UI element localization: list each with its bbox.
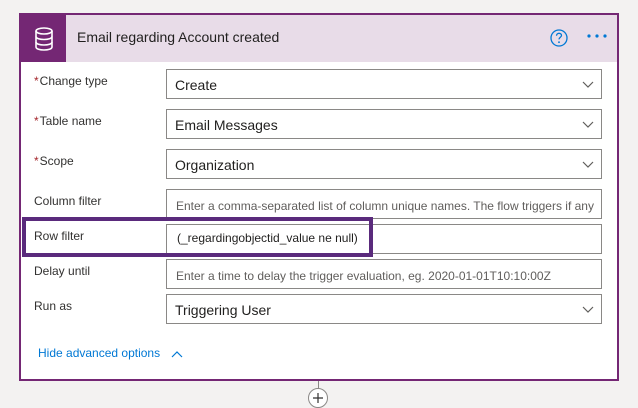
change-type-label: *Change type (34, 74, 108, 88)
delay-until-label: Delay until (34, 264, 91, 278)
change-type-value: Create (175, 77, 218, 93)
chevron-down-icon (582, 161, 594, 168)
add-step-button[interactable] (308, 388, 328, 408)
delay-until-input[interactable]: Enter a time to delay the trigger evalua… (166, 259, 602, 289)
row-filter-value: (_regardingobjectid_value ne null) (177, 231, 358, 245)
hide-advanced-options-link[interactable]: Hide advanced options (38, 346, 160, 360)
run-as-label: Run as (34, 299, 73, 313)
table-name-select[interactable]: Email Messages (166, 109, 602, 139)
database-icon (21, 15, 66, 62)
delay-until-placeholder: Enter a time to delay the trigger evalua… (176, 269, 551, 283)
scope-value: Organization (175, 157, 255, 173)
required-marker: * (34, 74, 39, 88)
required-marker: * (34, 154, 39, 168)
column-filter-input[interactable]: Enter a comma-separated list of column u… (166, 189, 602, 219)
card-title: Email regarding Account created (77, 29, 280, 45)
plus-icon (313, 393, 323, 403)
table-name-value: Email Messages (175, 117, 278, 133)
chevron-down-icon (582, 121, 594, 128)
scope-select[interactable]: Organization (166, 149, 602, 179)
trigger-card: Email regarding Account created *Change … (19, 13, 619, 381)
chevron-up-icon[interactable] (171, 350, 183, 358)
help-icon[interactable] (549, 28, 569, 48)
row-filter-label: Row filter (34, 229, 85, 243)
table-name-label: *Table name (34, 114, 102, 128)
required-marker: * (34, 114, 39, 128)
change-type-select[interactable]: Create (166, 69, 602, 99)
card-header[interactable]: Email regarding Account created (21, 15, 617, 62)
chevron-down-icon (582, 81, 594, 88)
run-as-select[interactable]: Triggering User (166, 294, 602, 324)
chevron-down-icon (582, 306, 594, 313)
more-options-icon[interactable] (585, 26, 609, 46)
run-as-value: Triggering User (175, 302, 271, 318)
column-filter-label: Column filter (34, 194, 102, 208)
column-filter-placeholder: Enter a comma-separated list of column u… (176, 199, 594, 213)
scope-label: *Scope (34, 154, 74, 168)
